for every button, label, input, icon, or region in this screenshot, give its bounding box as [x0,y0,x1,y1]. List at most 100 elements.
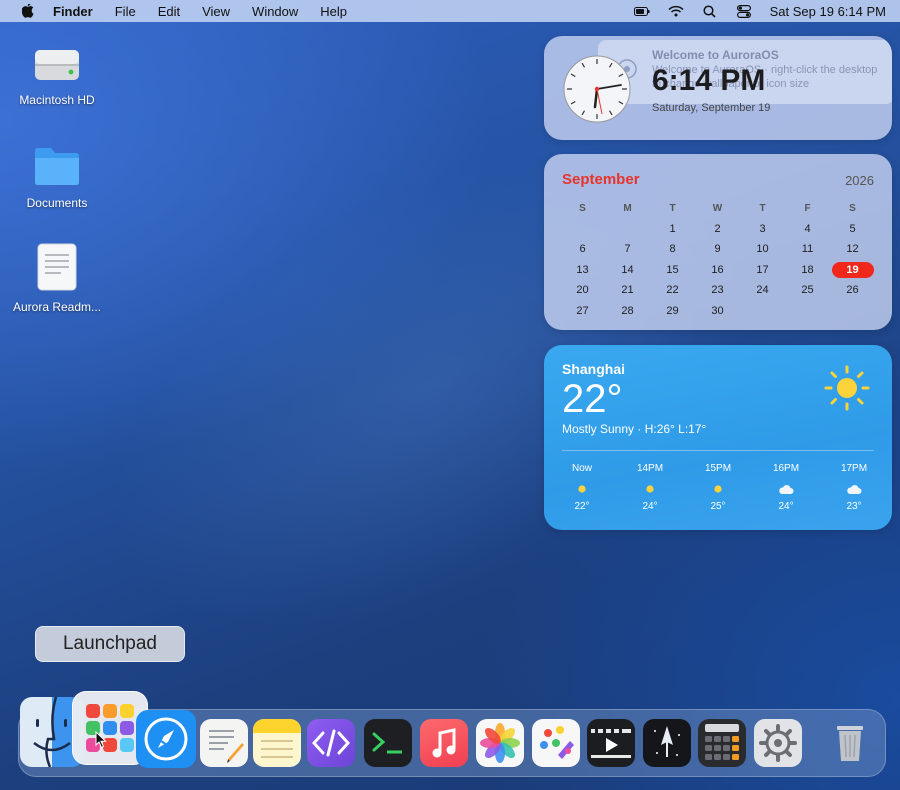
calendar-day[interactable]: 27 [560,305,605,317]
calendar-day[interactable]: 7 [605,243,650,255]
calendar-day-number: 17 [756,263,769,276]
calendar-day-number: 8 [669,243,676,256]
calendar-day[interactable]: 10 [740,243,785,255]
calendar-day[interactable]: 28 [605,305,650,317]
calendar-day[interactable]: 15 [650,264,695,276]
settings-icon[interactable] [754,719,802,767]
launcher-icon[interactable] [643,719,691,767]
calendar-day[interactable]: 9 [695,243,740,255]
menu-edit[interactable]: Edit [158,4,180,19]
hourly-time: 15PM [704,463,732,474]
calendar-day-number: 16 [711,263,724,276]
terminal-icon[interactable] [364,719,412,767]
calendar-day[interactable]: 21 [605,284,650,296]
desktop-icon-aurora-readme[interactable]: Aurora Readm... [2,243,112,314]
calendar-week-row: 6 7 8 9 10 11 12 [560,239,875,260]
calendar-week-row: 27 28 29 30 [560,301,875,322]
calendar-year: 2026 [845,173,874,188]
notes-icon[interactable] [253,719,301,767]
calendar-day[interactable]: 13 [560,264,605,276]
clock-widget[interactable]: Welcome to AuroraOS Welcome to AuroraOS … [544,36,892,140]
calendar-widget[interactable]: September 2026 S M T W T F S 1 2 3 4 5 6 7 8 9 10… [544,154,892,330]
calendar-day[interactable]: 11 [785,243,830,255]
calendar-day[interactable]: 1 [650,223,695,235]
battery-icon[interactable] [633,4,650,18]
hourly-temp: 23° [846,501,862,512]
weekday-label: T [669,202,676,214]
hourly-item: 14PM 24° [616,463,684,512]
trash-icon[interactable] [826,719,874,767]
calendar-day[interactable]: 22 [650,284,695,296]
mouse-cursor-icon [95,730,107,754]
sun-dot-icon [684,477,752,501]
hourly-forecast: Now 22° 14PM 24° 15PM 25° 16PM 24° 17PM 23° [548,463,888,512]
calendar-day[interactable]: 18 [785,264,830,276]
calendar-day[interactable]: 26 [830,284,875,296]
calendar-day[interactable]: 5 [830,223,875,235]
calendar-day-number: 24 [756,284,769,297]
calendar-day[interactable]: 29 [650,305,695,317]
calendar-day-number: 27 [576,304,589,317]
calendar-day[interactable]: 3 [740,223,785,235]
desktop-icon-documents[interactable]: Documents [2,145,112,210]
calendar-day[interactable]: 17 [740,264,785,276]
calendar-day[interactable]: 12 [830,243,875,255]
music-icon[interactable] [420,719,468,767]
calendar-day[interactable]: 4 [785,223,830,235]
calendar-day[interactable]: 2 [695,223,740,235]
hourly-temp: 25° [710,501,726,512]
desktop-icon-macintosh-hd[interactable]: Macintosh HD [2,44,112,107]
calendar-day[interactable]: 14 [605,264,650,276]
calendar-day[interactable]: 6 [560,243,605,255]
calendar-day-number: 13 [576,263,589,276]
hourly-item: Now 22° [548,463,616,512]
calendar-day-number: 2 [714,222,721,235]
calendar-day-number: 11 [801,243,814,256]
calendar-day[interactable]: 20 [560,284,605,296]
video-player-icon[interactable] [587,719,635,767]
calendar-day[interactable]: 25 [785,284,830,296]
calendar-day[interactable]: 23 [695,284,740,296]
weekday-label: W [712,202,723,214]
photos-icon[interactable] [476,719,524,767]
calendar-day[interactable]: 30 [695,305,740,317]
menu-window[interactable]: Window [252,4,298,19]
calendar-day-number: 1 [669,222,676,235]
weekday-label: M [623,202,632,214]
today-badge: 19 [831,261,874,278]
menu-clock[interactable]: Sat Sep 19 6:14 PM [770,4,886,19]
calendar-week-row: 1 2 3 4 5 [560,219,875,240]
calendar-day-number: 25 [801,284,814,297]
folder-icon [2,145,112,190]
paint-icon[interactable] [532,719,580,767]
menu-file[interactable]: File [115,4,136,19]
wifi-icon[interactable] [668,4,684,18]
weather-city: Shanghai [562,361,626,377]
safari-icon[interactable] [136,710,196,768]
calendar-day[interactable]: 8 [650,243,695,255]
calendar-day[interactable]: 24 [740,284,785,296]
menu-view[interactable]: View [202,4,230,19]
desktop-icon-label: Macintosh HD [19,93,95,107]
weekday-label: S [579,202,586,214]
calculator-icon[interactable] [698,719,746,767]
control-center-icon[interactable] [736,4,752,18]
calendar-day-number: 9 [714,243,721,256]
calendar-day-number: 30 [711,304,724,317]
calendar-grid: S M T W T F S 1 2 3 4 5 6 7 8 9 10 11 12 13 14 15 16 17 1… [560,198,875,321]
calendar-day-number: 3 [759,222,766,235]
apple-menu-icon[interactable] [22,3,36,19]
menu-help[interactable]: Help [320,4,347,19]
calendar-day[interactable]: 16 [695,264,740,276]
code-editor-icon[interactable] [307,719,355,767]
textedit-icon[interactable] [200,719,248,767]
calendar-day-number: 6 [579,243,586,256]
calendar-day-today[interactable]: 19 [830,261,875,278]
search-icon[interactable] [702,4,718,18]
weekday-label: F [804,202,811,214]
hourly-time: 17PM [840,463,868,474]
calendar-day-number: 21 [621,284,634,297]
weekday-label: S [849,202,856,214]
menu-app-finder[interactable]: Finder [53,4,93,19]
weather-widget[interactable]: Shanghai 22° Mostly Sunny · H:26° L:17° … [544,345,892,530]
